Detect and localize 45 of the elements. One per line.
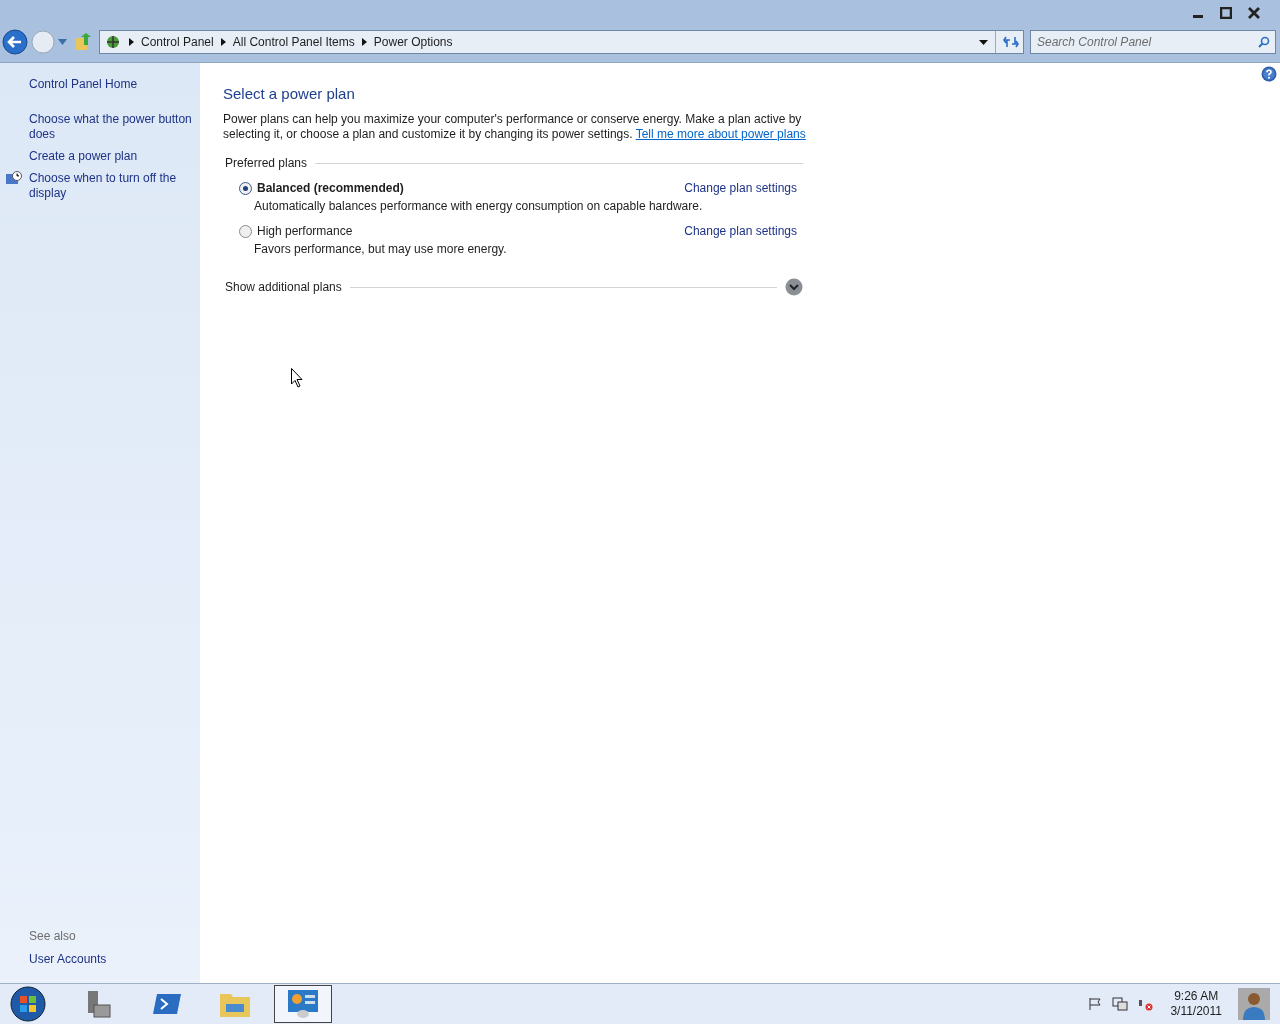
terminal-prompt-icon [152, 991, 182, 1017]
plan-name[interactable]: High performance [257, 224, 353, 238]
change-settings-link[interactable]: Change plan settings [684, 224, 797, 238]
mouse-cursor-icon [291, 368, 303, 388]
speaker-muted-icon[interactable] [1138, 997, 1155, 1011]
group-title: Preferred plans [225, 156, 308, 170]
breadcrumb[interactable]: Power Options [373, 35, 453, 49]
search-field[interactable]: Search Control Panel [1030, 30, 1276, 54]
breadcrumb-arrow-icon[interactable] [361, 38, 367, 46]
change-settings-link[interactable]: Change plan settings [684, 181, 797, 195]
intro-text: Power plans can help you maximize your computer's performance or conserve energy. Make a plan active by selecting it, or choose a plan and customize it by changing its power settings. Tell me more about power plans [223, 112, 807, 142]
start-orb-icon[interactable] [10, 986, 46, 1022]
taskbar-button[interactable] [274, 985, 332, 1023]
address-bar[interactable]: Control Panel All Control Panel Items Power Options [99, 30, 1024, 54]
help-icon[interactable] [1261, 66, 1277, 82]
see-also-heading: See also [29, 929, 77, 943]
radio-button[interactable] [239, 181, 252, 195]
restore-icon[interactable] [1220, 7, 1232, 19]
breadcrumb[interactable]: Control Panel [141, 35, 214, 49]
sidebar-link[interactable]: User Accounts [29, 952, 200, 967]
flag-icon[interactable] [1088, 997, 1103, 1011]
user-silhouette-icon[interactable] [1238, 988, 1270, 1020]
clock[interactable]: 9:26 AM 3/11/2011 [1170, 989, 1222, 1019]
expand-chevron-icon[interactable] [785, 278, 803, 296]
sidebar-link[interactable]: Choose when to turn off the display [29, 171, 200, 201]
show-more-label: Show additional plans [225, 280, 342, 294]
sidebar-link[interactable]: Choose what the power button does [29, 112, 200, 142]
sidebar-link[interactable]: Control Panel Home [29, 77, 138, 92]
plan-name[interactable]: Balanced (recommended) [257, 181, 404, 195]
network-icon[interactable] [1112, 997, 1129, 1011]
breadcrumb[interactable]: All Control Panel Items [232, 35, 355, 49]
close-icon[interactable] [1248, 7, 1260, 19]
plan-description: Automatically balances performance with energy consumption on capable hardware. [253, 199, 704, 213]
clock-time: 9:26 AM [1174, 989, 1219, 1004]
radio-button[interactable] [239, 224, 252, 238]
sidebar-link[interactable]: Create a power plan [29, 149, 138, 164]
dropdown-caret-icon[interactable] [979, 39, 988, 45]
breadcrumb-arrow-icon[interactable] [220, 38, 226, 46]
refresh-icon[interactable] [1003, 35, 1019, 49]
help-link[interactable]: Tell me more about power plans [635, 127, 806, 141]
page-title: Select a power plan [223, 85, 356, 102]
search-icon[interactable] [1258, 36, 1270, 48]
clock-date: 3/11/2011 [1170, 1004, 1222, 1019]
breadcrumb-arrow-icon[interactable] [129, 38, 134, 46]
plan-description: Favors performance, but may use more energy. [253, 242, 508, 256]
